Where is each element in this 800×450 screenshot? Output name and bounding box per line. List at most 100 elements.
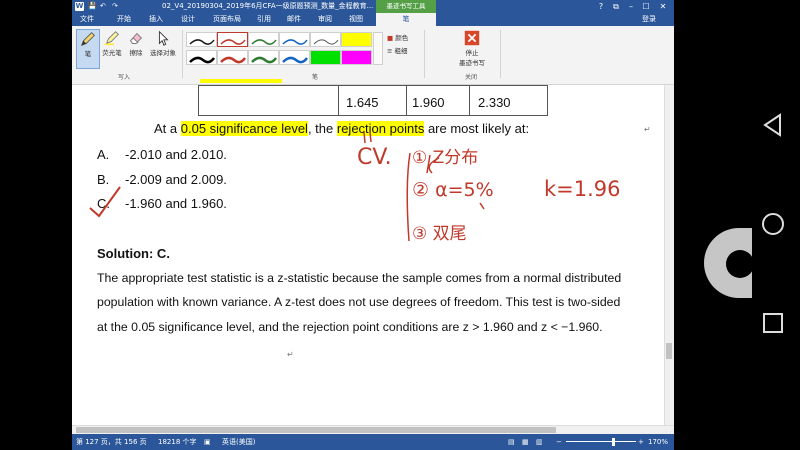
close-button[interactable]: ✕ xyxy=(656,0,670,13)
tab-insert[interactable]: 插入 xyxy=(144,13,168,26)
highlighter-magenta[interactable] xyxy=(341,50,372,65)
handwriting-cv: CV. xyxy=(357,145,392,170)
ribbon-tabs: 文件 开始 插入 设计 页面布局 引用 邮件 审阅 视图 笔 登录 xyxy=(72,13,674,26)
help-button[interactable]: ? xyxy=(594,0,608,13)
tab-design[interactable]: 设计 xyxy=(176,13,200,26)
title-bar: W 💾 ↶ ↷ 02_V4_20190304_2019年6月CFA一级原题预测_… xyxy=(72,0,674,13)
highlighter-tool-button[interactable]: 荧光笔 xyxy=(100,29,124,67)
pen-style-green[interactable] xyxy=(248,32,279,47)
close-x-icon xyxy=(464,30,480,46)
pen-style-black-thick[interactable] xyxy=(186,50,217,65)
tab-pen[interactable]: 笔 xyxy=(376,13,436,26)
zoom-out-button[interactable]: − xyxy=(556,434,562,450)
status-bar: 第 127 页，共 156 页 18218 个字 ▣ 英语(美国) ▤ ▦ ▥ … xyxy=(72,434,674,450)
zoom-in-button[interactable]: + xyxy=(638,434,644,450)
pen-style-thin[interactable] xyxy=(310,32,341,47)
handwriting-item3: ③ 双尾 xyxy=(412,224,467,244)
pen-style-blue[interactable] xyxy=(279,32,310,47)
ink-annotations xyxy=(89,131,485,242)
document-title: 02_V4_20190304_2019年6月CFA一级原题预测_数量_金程教育.… xyxy=(162,2,374,10)
pens-group-label: 笔 xyxy=(312,74,319,81)
tab-view[interactable]: 视图 xyxy=(344,13,368,26)
tab-references[interactable]: 引用 xyxy=(252,13,276,26)
minimize-button[interactable]: – xyxy=(624,0,638,13)
quick-redo-button[interactable]: ↷ xyxy=(112,0,118,13)
zoom-level[interactable]: 170% xyxy=(648,434,668,450)
checkmark-ink xyxy=(89,186,121,218)
word-window: W 💾 ↶ ↷ 02_V4_20190304_2019年6月CFA一级原题预测_… xyxy=(72,0,674,450)
tab-home[interactable]: 开始 xyxy=(112,13,136,26)
vertical-scroll-thumb[interactable] xyxy=(666,343,672,359)
tab-file[interactable]: 文件 xyxy=(76,13,98,26)
page-count[interactable]: 第 127 页，共 156 页 xyxy=(76,434,147,450)
tab-review[interactable]: 审阅 xyxy=(313,13,337,26)
close-group-label: 关闭 xyxy=(465,74,478,81)
home-icon[interactable] xyxy=(760,211,786,237)
pen-stroke-icon xyxy=(220,39,246,45)
pen-gallery-scroll[interactable] xyxy=(373,32,383,65)
recents-icon[interactable] xyxy=(762,312,784,334)
pen-stroke-icon xyxy=(189,56,216,64)
maximize-button[interactable]: ☐ xyxy=(639,0,653,13)
write-group-label: 写入 xyxy=(118,74,131,81)
pen-style-blue-thick[interactable] xyxy=(279,50,310,65)
print-layout-icon[interactable]: ▦ xyxy=(522,434,529,450)
proofing-icon[interactable]: ▣ xyxy=(204,434,211,450)
pen-stroke-icon xyxy=(251,39,277,45)
handwriting-k-value: k=1.96 xyxy=(544,177,621,201)
slash-ink xyxy=(479,202,485,210)
paragraph-mark: ↵ xyxy=(644,125,651,134)
ribbon-display-button[interactable]: ⧉ xyxy=(609,0,623,13)
cursor-arrow-icon xyxy=(158,30,169,46)
highlight-fragment xyxy=(200,79,282,83)
handwriting-item1: ① Z分布 xyxy=(412,148,479,168)
highlighter-icon xyxy=(104,31,119,46)
stop-inking-label-1: 停止 xyxy=(465,49,479,57)
thickness-icon: ≡ xyxy=(387,47,393,55)
tab-mailings[interactable]: 邮件 xyxy=(282,13,306,26)
document-page[interactable]: 1.645 1.960 2.330 At a 0.05 significance… xyxy=(72,79,674,425)
vertical-scrollbar[interactable] xyxy=(664,85,674,425)
pen-stroke-icon xyxy=(251,56,278,64)
zoom-slider-track[interactable] xyxy=(566,441,636,442)
horizontal-scroll-thumb[interactable] xyxy=(76,427,556,433)
zoom-slider-thumb[interactable] xyxy=(612,438,615,446)
group-divider xyxy=(182,30,183,78)
eraser-tool-label: 擦除 xyxy=(129,49,143,57)
ribbon-pen: 笔 荧光笔 擦除 选择对象 写入 ■ 颜色 ≡ 粗细 笔 停止 墨迹书写 关闭 xyxy=(72,26,674,85)
language-indicator[interactable]: 英语(美国) xyxy=(222,434,255,450)
highlighter-yellow[interactable] xyxy=(341,32,372,47)
read-mode-icon[interactable]: ▤ xyxy=(508,434,515,450)
select-objects-button[interactable]: 选择对象 xyxy=(148,29,178,67)
stop-inking-button[interactable]: 停止 墨迹书写 xyxy=(452,29,492,69)
highlighter-tool-label: 荧光笔 xyxy=(102,49,122,57)
quick-save-button[interactable]: 💾 xyxy=(88,0,97,13)
stop-inking-label-2: 墨迹书写 xyxy=(459,59,485,67)
pen-style-black[interactable] xyxy=(186,32,217,47)
pen-style-green-thick[interactable] xyxy=(248,50,279,65)
color-swatch-icon: ■ xyxy=(387,34,394,42)
pen-style-red-thick[interactable] xyxy=(217,50,248,65)
assistive-ball-center xyxy=(726,250,752,278)
login-link[interactable]: 登录 xyxy=(642,13,656,26)
pen-stroke-icon xyxy=(282,56,309,64)
floating-assistive-ball[interactable] xyxy=(704,228,752,298)
pen-thickness-button[interactable]: ≡ 粗细 xyxy=(387,45,408,55)
word-count[interactable]: 18218 个字 xyxy=(158,434,197,450)
paragraph-mark: ↵ xyxy=(287,350,294,359)
back-icon[interactable] xyxy=(760,112,786,138)
pen-stroke-icon xyxy=(189,39,215,45)
group-divider xyxy=(424,30,425,78)
pen-stroke-icon xyxy=(282,39,308,45)
web-layout-icon[interactable]: ▥ xyxy=(536,434,543,450)
highlighter-green[interactable] xyxy=(310,50,341,65)
quick-undo-button[interactable]: ↶ xyxy=(100,0,106,13)
eraser-tool-button[interactable]: 擦除 xyxy=(126,29,146,67)
pen-style-red[interactable] xyxy=(217,32,248,47)
tab-page-layout[interactable]: 页面布局 xyxy=(210,13,244,26)
pen-color-button[interactable]: ■ 颜色 xyxy=(387,32,408,42)
pen-tool-label: 笔 xyxy=(84,50,92,58)
eraser-icon xyxy=(130,32,143,44)
pen-tool-button[interactable]: 笔 xyxy=(76,29,100,69)
select-objects-label: 选择对象 xyxy=(150,49,176,57)
